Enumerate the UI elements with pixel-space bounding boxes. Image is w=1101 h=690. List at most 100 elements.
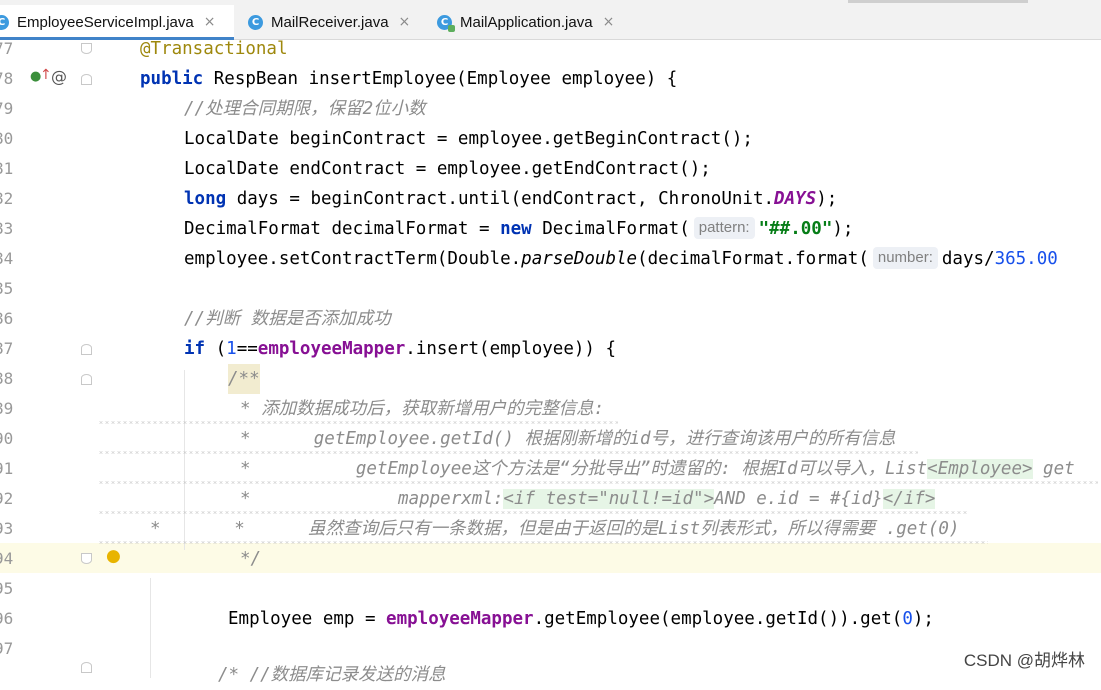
code-line: 89 * 添加数据成功后，获取新增用户的完整信息: — [0, 394, 1101, 424]
number-literal: 1 — [226, 339, 237, 359]
generic-tag: <Employee> — [927, 459, 1033, 479]
static-field: DAYS — [774, 189, 817, 209]
java-application-icon: C — [437, 14, 455, 32]
code-text: ); — [816, 189, 838, 209]
line-number: 82 — [0, 189, 14, 208]
close-icon[interactable]: × — [399, 14, 411, 30]
keyword: public — [140, 69, 204, 89]
code-line: 86 //判断 数据是否添加成功 — [0, 304, 1101, 334]
fold-marker-icon[interactable] — [81, 344, 92, 355]
code-line: 78 ● ↑ @ public RespBean insertEmployee(… — [0, 64, 1101, 94]
line-number: 86 — [0, 309, 14, 328]
code-line: 83 DecimalFormat decimalFormat = new Dec… — [0, 214, 1101, 244]
line-number: 89 — [0, 399, 14, 418]
code-line: 90 * getEmployee.getId() 根据刚新增的id号，进行查询该… — [0, 424, 1101, 454]
code-line: 88 /** — [0, 364, 1101, 394]
code-text: employee.setContractTerm(Double. — [184, 249, 522, 269]
code-line: 81 LocalDate endContract = employee.getE… — [0, 154, 1101, 184]
static-method: parseDouble — [521, 249, 638, 269]
close-icon[interactable]: × — [204, 14, 216, 30]
typo-underline — [98, 541, 988, 544]
code-text: LocalDate endContract = employee.getEndC… — [184, 159, 711, 179]
line-number: 80 — [0, 129, 14, 148]
code-text: DecimalFormat( — [531, 219, 690, 239]
annotation-gutter-icon[interactable]: @ — [51, 67, 67, 86]
doc-comment: AND e.id = #{id} — [714, 489, 883, 509]
close-icon[interactable]: × — [603, 14, 615, 30]
watermark: CSDN @胡烨林 — [963, 651, 1085, 670]
parameter-hint: number: — [872, 247, 938, 269]
doc-comment: * 添加数据成功后，获取新增用户的完整信息: — [240, 399, 605, 419]
lightbulb-icon[interactable]: ● — [106, 546, 121, 566]
doc-comment: get — [1032, 459, 1075, 479]
code-text: ); — [912, 609, 934, 629]
code-line: 87 if (1==employeeMapper.insert(employee… — [0, 334, 1101, 364]
fold-marker-icon[interactable] — [81, 74, 92, 85]
line-comment: //处理合同期限，保留2位小数 — [184, 99, 426, 119]
code-text: == — [236, 339, 258, 359]
code-line: 80 LocalDate beginContract = employee.ge… — [0, 124, 1101, 154]
line-number: 88 — [0, 369, 14, 388]
code-text: .getEmployee(employee.getId()).get( — [533, 609, 903, 629]
line-number: 78 — [0, 69, 14, 88]
keyword: if — [184, 339, 206, 359]
code-line: 85 — [0, 274, 1101, 304]
typo-underline — [98, 481, 1098, 484]
tab-label: MailApplication.java — [460, 13, 593, 31]
arrow-up-icon[interactable]: ↑ — [40, 67, 52, 83]
doc-comment: * getEmployee这个方法是“分批导出”时遗留的: 根据Id可以导入，L… — [240, 459, 928, 479]
doc-comment: * mapperxml: — [240, 489, 504, 509]
fold-marker-icon[interactable] — [81, 662, 92, 673]
doc-comment: * getEmployee.getId() 根据刚新增的id号，进行查询该用户的… — [240, 429, 896, 449]
keyword: new — [500, 219, 532, 239]
doc-comment: * * 虽然查询后只有一条数据，但是由于返回的是List列表形式，所以得需要 .… — [150, 519, 960, 539]
typo-underline — [98, 451, 918, 454]
code-line: 91 * getEmployee这个方法是“分批导出”时遗留的: 根据Id可以导… — [0, 454, 1101, 484]
code-line: 84 employee.setContractTerm(Double.parse… — [0, 244, 1101, 274]
scroll-indicator — [848, 0, 1028, 3]
code-line: 92 * mapperxml:<if test="null!=id">AND e… — [0, 484, 1101, 514]
code-line: 79 //处理合同期限，保留2位小数 — [0, 94, 1101, 124]
tab-label: MailReceiver.java — [271, 13, 389, 31]
java-class-icon: C — [0, 14, 9, 30]
line-number: 90 — [0, 429, 14, 448]
line-number: 81 — [0, 159, 14, 178]
code-text: RespBean insertEmployee(Employee employe… — [203, 69, 678, 89]
line-number: 79 — [0, 99, 14, 118]
tab-label: EmployeeServiceImpl.java — [17, 13, 194, 31]
line-number: 92 — [0, 489, 14, 508]
code-line: 82 long days = beginContract.until(endCo… — [0, 184, 1101, 214]
keyword: long — [184, 189, 227, 209]
fold-marker-icon[interactable] — [81, 374, 92, 385]
line-number: 96 — [0, 609, 14, 628]
line-number: 84 — [0, 249, 14, 268]
code-text: days/ — [941, 249, 995, 269]
code-text: ( — [205, 339, 227, 359]
xml-tag: <if test="null!=id"> — [503, 489, 715, 509]
field-reference: employeeMapper — [386, 609, 534, 629]
line-number: 83 — [0, 219, 14, 238]
code-text: days = beginContract.until(endContract, … — [226, 189, 775, 209]
code-line: 97 /* //数据库记录发送的消息 — [0, 634, 1101, 685]
line-number: 87 — [0, 339, 14, 358]
fold-marker-icon[interactable] — [81, 553, 92, 564]
parameter-hint: pattern: — [693, 217, 755, 239]
line-number: 93 — [0, 519, 14, 538]
line-number: 94 — [0, 549, 14, 568]
field-reference: employeeMapper — [257, 339, 406, 359]
line-number: 77 — [0, 39, 14, 58]
code-line: 94 ● */ — [0, 544, 1101, 574]
code-line: 77 @Transactional — [0, 34, 1101, 64]
block-comment: /* //数据库记录发送的消息 — [218, 665, 446, 685]
code-text: ); — [832, 219, 854, 239]
doc-comment: */ — [240, 549, 262, 569]
code-text: LocalDate beginContract = employee.getBe… — [184, 129, 753, 149]
line-number: 97 — [0, 639, 14, 658]
code-line: 95 — [0, 574, 1101, 604]
doc-comment: /** — [228, 364, 260, 394]
line-comment: //判断 数据是否添加成功 — [184, 309, 391, 329]
typo-underline — [98, 421, 618, 424]
code-text: .insert(employee)) { — [405, 339, 617, 359]
code-text: (decimalFormat.format( — [637, 249, 869, 269]
fold-marker-icon[interactable] — [81, 43, 92, 54]
